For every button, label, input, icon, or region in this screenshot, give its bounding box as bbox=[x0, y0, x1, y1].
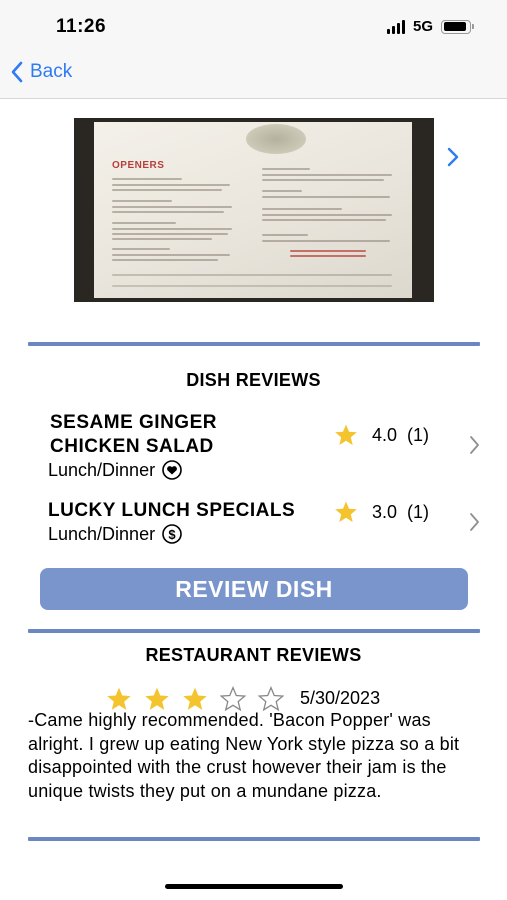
dish-rating: 3.0 (1) bbox=[334, 500, 429, 524]
dish-review-item[interactable]: SESAME GINGER CHICKEN SALAD Lunch/Dinner… bbox=[40, 411, 480, 481]
dish-rating-value: 4.0 bbox=[372, 424, 398, 445]
chevron-right-icon[interactable] bbox=[444, 146, 462, 168]
svg-text:$: $ bbox=[168, 527, 176, 542]
menu-sheet: OPENERS bbox=[94, 122, 412, 298]
dish-meta: Lunch/Dinner $ bbox=[48, 523, 480, 545]
review-date: 5/30/2023 bbox=[300, 688, 381, 708]
divider bbox=[28, 629, 480, 633]
chevron-right-icon bbox=[470, 436, 479, 454]
dish-meal: Lunch/Dinner bbox=[48, 460, 156, 480]
divider bbox=[28, 837, 480, 841]
home-indicator[interactable] bbox=[165, 884, 343, 889]
dish-review-item[interactable]: LUCKY LUNCH SPECIALS Lunch/Dinner $ 3.0 … bbox=[40, 499, 480, 545]
dish-rating: 4.0 (1) bbox=[334, 423, 429, 447]
restaurant-reviews-title: RESTAURANT REVIEWS bbox=[145, 645, 362, 665]
signal-icon bbox=[386, 19, 405, 34]
dish-meal: Lunch/Dinner bbox=[48, 524, 156, 544]
star-icon bbox=[335, 424, 357, 445]
dish-meta: Lunch/Dinner bbox=[48, 459, 480, 481]
dollar-icon: $ bbox=[162, 524, 182, 544]
chevron-right-icon bbox=[470, 513, 479, 531]
dish-rating-value: 3.0 bbox=[372, 501, 398, 522]
back-label: Back bbox=[30, 61, 73, 82]
dish-rating-count: (1) bbox=[407, 501, 430, 522]
network-type: 5G bbox=[412, 18, 433, 35]
review-text: -Came highly recommended. 'Bacon Popper'… bbox=[28, 710, 460, 801]
menu-heading: OPENERS bbox=[112, 160, 165, 171]
divider bbox=[28, 342, 480, 346]
heart-icon bbox=[162, 460, 182, 480]
dish-rating-count: (1) bbox=[407, 424, 430, 445]
battery-icon bbox=[441, 19, 474, 34]
menu-photo[interactable]: OPENERS bbox=[74, 118, 434, 302]
review-dish-button[interactable]: REVIEW DISH bbox=[40, 568, 468, 610]
status-time: 11:26 bbox=[56, 16, 107, 37]
star-icon bbox=[335, 501, 357, 522]
dish-reviews-title: DISH REVIEWS bbox=[186, 370, 321, 390]
status-indicators: 5G bbox=[386, 18, 474, 35]
status-bar: 11:26 5G bbox=[0, 0, 507, 56]
leaf-decoration bbox=[246, 124, 306, 154]
chevron-left-icon bbox=[11, 61, 23, 83]
navigation-bar: Back bbox=[0, 56, 507, 99]
back-button[interactable]: Back bbox=[10, 60, 72, 84]
